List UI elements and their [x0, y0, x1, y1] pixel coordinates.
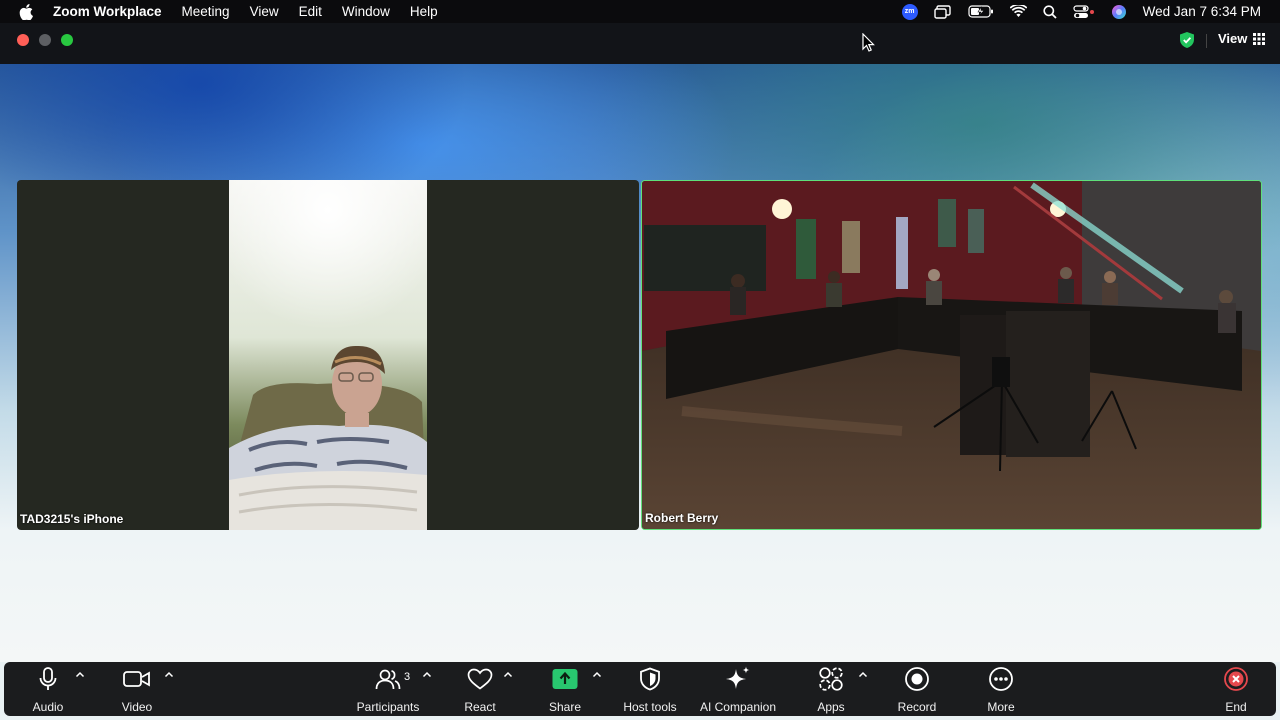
participants-icon — [375, 665, 401, 693]
menu-app-name[interactable]: Zoom Workplace — [53, 4, 162, 19]
record-label: Record — [897, 700, 937, 714]
menu-meeting[interactable]: Meeting — [182, 4, 230, 19]
apple-icon[interactable] — [19, 3, 33, 20]
fullscreen-window-button[interactable] — [61, 34, 73, 46]
end-label: End — [1225, 700, 1247, 714]
menu-window[interactable]: Window — [342, 4, 390, 19]
menu-help[interactable]: Help — [410, 4, 438, 19]
view-layout-button[interactable]: View — [1218, 31, 1266, 46]
heart-icon — [467, 665, 493, 693]
share-screen-icon — [552, 665, 578, 693]
participants-label: Participants — [356, 700, 420, 714]
more-button[interactable]: More — [982, 662, 1020, 716]
end-meeting-button[interactable]: End — [1218, 662, 1254, 716]
participant-name-label: Robert Berry — [645, 511, 719, 525]
menu-view[interactable]: View — [250, 4, 279, 19]
end-close-icon — [1223, 665, 1249, 693]
video-label: Video — [121, 700, 153, 714]
participant-video — [642, 181, 1261, 529]
menu-clock[interactable]: Wed Jan 7 6:34 PM — [1143, 4, 1261, 19]
video-tile-participant-2[interactable]: Robert Berry — [641, 180, 1262, 530]
audio-options-chevron-icon[interactable] — [75, 670, 85, 680]
audio-label: Audio — [32, 700, 64, 714]
title-divider — [1206, 34, 1207, 48]
react-label: React — [464, 700, 496, 714]
record-icon — [904, 665, 930, 693]
window-title-bar: View — [0, 23, 1280, 64]
view-label: View — [1218, 31, 1248, 46]
participants-options-chevron-icon[interactable] — [422, 670, 432, 680]
video-tile-participant-1[interactable]: TAD3215's iPhone — [17, 180, 639, 530]
mouse-cursor-icon — [862, 33, 875, 52]
wifi-icon[interactable] — [1009, 5, 1027, 18]
react-button[interactable]: React — [460, 662, 500, 716]
apps-icon — [818, 665, 844, 693]
control-center-icon[interactable] — [1073, 4, 1095, 19]
participant-name-label: TAD3215's iPhone — [20, 512, 124, 526]
zoom-status-icon[interactable]: zm — [901, 3, 918, 20]
apps-button[interactable]: Apps — [814, 662, 848, 716]
more-label: More — [987, 700, 1015, 714]
record-button[interactable]: Record — [894, 662, 940, 716]
audio-button[interactable]: Audio — [32, 662, 64, 716]
meeting-toolbar: Audio Video Participants 3 React Share H… — [4, 662, 1276, 716]
share-button[interactable]: Share — [544, 662, 586, 716]
screen-mirroring-icon[interactable] — [933, 4, 952, 19]
apps-options-chevron-icon[interactable] — [858, 670, 868, 680]
encryption-shield-icon[interactable] — [1179, 31, 1195, 54]
ai-companion-label: AI Companion — [699, 700, 777, 714]
host-tools-label: Host tools — [623, 700, 677, 714]
more-dots-icon — [988, 665, 1014, 693]
react-options-chevron-icon[interactable] — [503, 670, 513, 680]
participants-count: 3 — [404, 671, 411, 683]
host-tools-button[interactable]: Host tools — [618, 662, 682, 716]
participant-video — [229, 180, 427, 530]
microphone-icon — [38, 665, 58, 693]
close-window-button[interactable] — [17, 34, 29, 46]
battery-icon[interactable] — [968, 5, 994, 18]
menu-bar: Zoom Workplace Meeting View Edit Window … — [0, 0, 1280, 23]
video-button[interactable]: Video — [116, 662, 158, 716]
menu-edit[interactable]: Edit — [299, 4, 322, 19]
apps-label: Apps — [817, 700, 845, 714]
camera-icon — [123, 665, 151, 693]
minimize-window-button[interactable] — [39, 34, 51, 46]
video-options-chevron-icon[interactable] — [164, 670, 174, 680]
participants-button[interactable]: Participants — [352, 662, 424, 716]
ai-companion-button[interactable]: AI Companion — [696, 662, 780, 716]
ai-sparkle-icon — [724, 665, 752, 693]
share-label: Share — [548, 700, 582, 714]
siri-icon[interactable] — [1111, 4, 1127, 20]
grid-icon — [1253, 32, 1266, 45]
share-options-chevron-icon[interactable] — [592, 670, 602, 680]
host-shield-icon — [639, 665, 661, 693]
spotlight-search-icon[interactable] — [1043, 4, 1057, 19]
